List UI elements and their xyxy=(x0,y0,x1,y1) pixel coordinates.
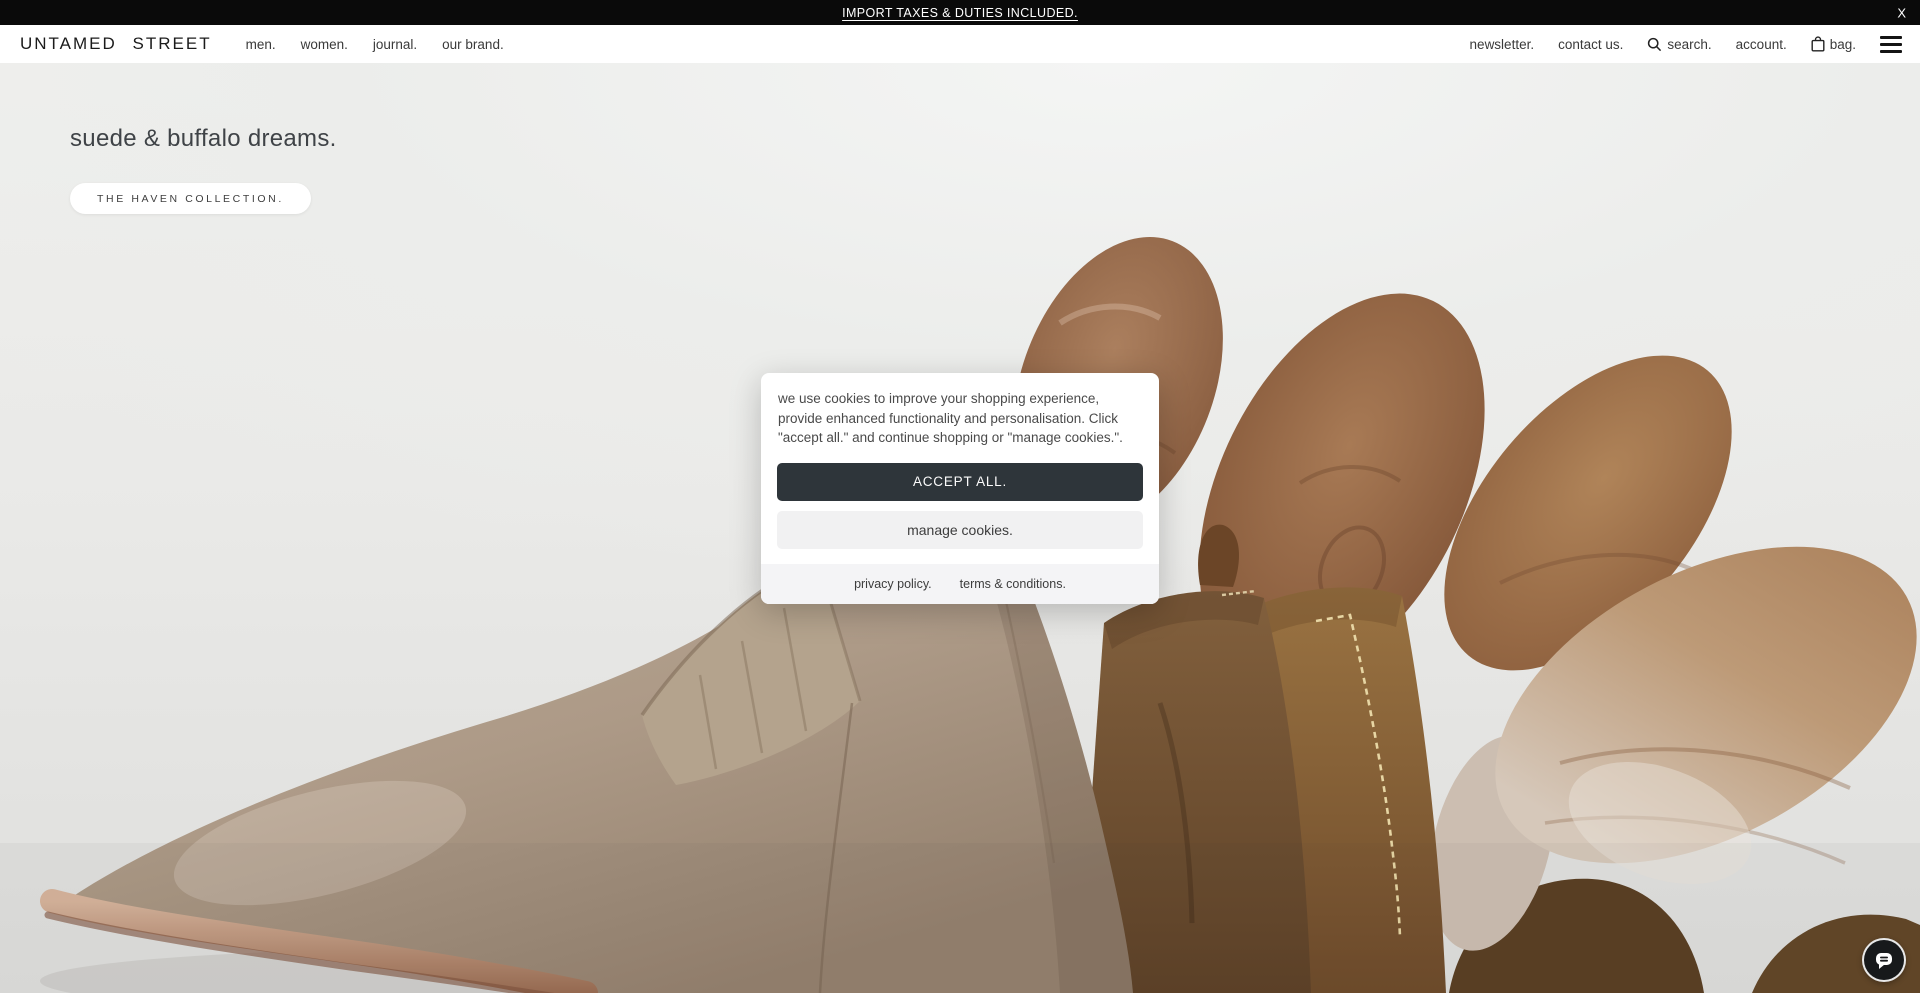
cookie-footer: privacy policy. terms & conditions. xyxy=(761,564,1159,604)
secondary-menu: newsletter. contact us. search. account.… xyxy=(1470,34,1902,55)
nav-item-bag[interactable]: bag. xyxy=(1811,36,1856,52)
nav-item-contact[interactable]: contact us. xyxy=(1558,37,1623,52)
cookie-consent-dialog: we use cookies to improve your shopping … xyxy=(761,373,1159,604)
accept-all-button[interactable]: ACCEPT ALL. xyxy=(777,463,1143,501)
hamburger-menu-icon[interactable] xyxy=(1880,34,1902,55)
nav-item-search[interactable]: search. xyxy=(1647,37,1711,52)
main-navbar: UNTAMED STREET men. women. journal. our … xyxy=(0,25,1920,63)
manage-cookies-button[interactable]: manage cookies. xyxy=(777,511,1143,549)
announcement-link[interactable]: IMPORT TAXES & DUTIES INCLUDED. xyxy=(842,6,1078,20)
nav-item-women[interactable]: women. xyxy=(301,37,348,52)
chat-widget-button[interactable] xyxy=(1862,938,1906,982)
nav-item-journal[interactable]: journal. xyxy=(373,37,417,52)
nav-item-men[interactable]: men. xyxy=(246,37,276,52)
shopping-bag-icon xyxy=(1811,36,1825,52)
privacy-policy-link[interactable]: privacy policy. xyxy=(854,577,932,591)
search-icon xyxy=(1647,37,1662,52)
close-icon[interactable]: X xyxy=(1897,6,1906,19)
announcement-banner: IMPORT TAXES & DUTIES INCLUDED. X xyxy=(0,0,1920,25)
chat-bubble-icon xyxy=(1873,949,1895,971)
nav-item-account[interactable]: account. xyxy=(1736,37,1787,52)
collection-button[interactable]: THE HAVEN COLLECTION. xyxy=(70,183,311,214)
nav-item-our-brand[interactable]: our brand. xyxy=(442,37,504,52)
nav-item-newsletter[interactable]: newsletter. xyxy=(1470,37,1535,52)
brand-logo[interactable]: UNTAMED STREET xyxy=(20,34,212,54)
primary-menu: men. women. journal. our brand. xyxy=(246,37,504,52)
cookie-message: we use cookies to improve your shopping … xyxy=(778,389,1142,448)
hero-heading: suede & buffalo dreams. xyxy=(70,125,337,153)
terms-conditions-link[interactable]: terms & conditions. xyxy=(960,577,1066,591)
search-label: search. xyxy=(1667,37,1711,52)
bag-label: bag. xyxy=(1830,37,1856,52)
